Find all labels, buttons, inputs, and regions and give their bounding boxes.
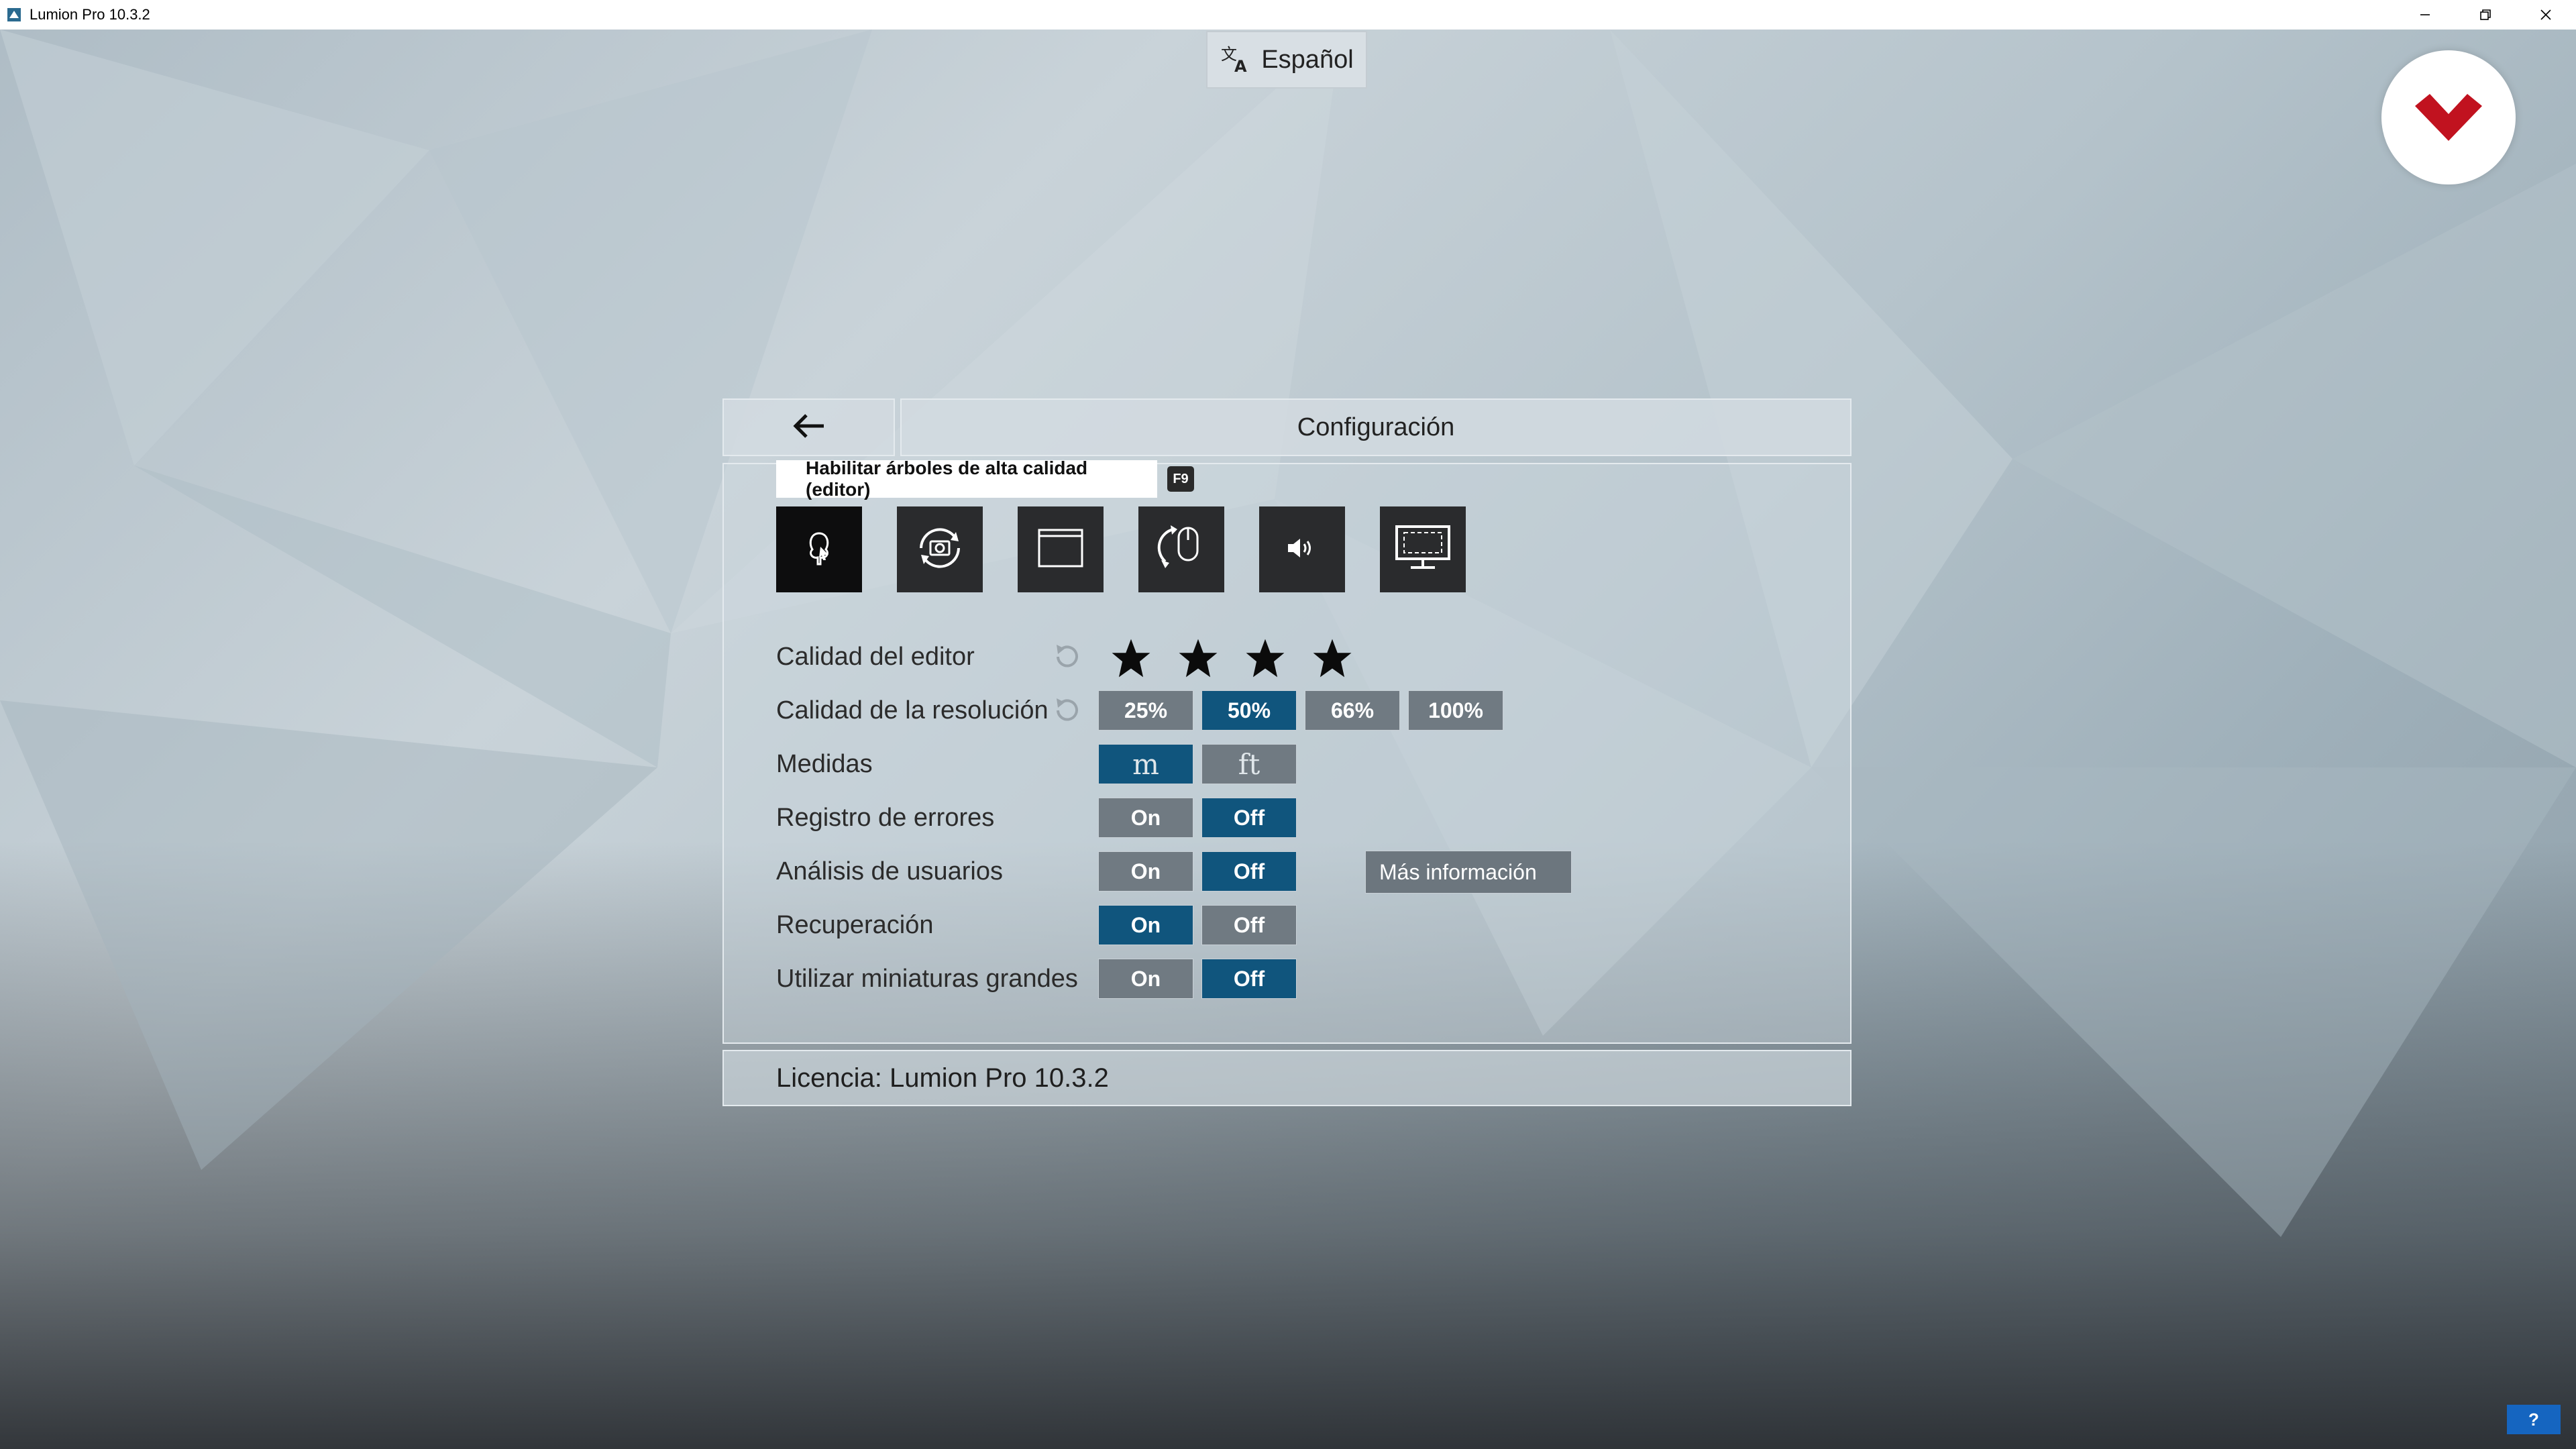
license-bar: Licencia: Lumion Pro 10.3.2 bbox=[722, 1050, 1851, 1106]
units-label: Medidas bbox=[776, 750, 873, 778]
user-analytics-label: Análisis de usuarios bbox=[776, 857, 1003, 885]
window-title: Lumion Pro 10.3.2 bbox=[30, 6, 150, 23]
quality-star-3[interactable] bbox=[1244, 637, 1286, 679]
quality-star-2[interactable] bbox=[1177, 637, 1219, 679]
page-title-bar: Configuración bbox=[900, 398, 1851, 456]
tab-camera[interactable] bbox=[897, 506, 983, 592]
help-button[interactable]: ? bbox=[2507, 1405, 2561, 1434]
arrow-left-icon bbox=[792, 413, 826, 443]
recovery-on-button[interactable]: On bbox=[1098, 905, 1193, 945]
tab-window[interactable] bbox=[1018, 506, 1104, 592]
lumion-logo[interactable] bbox=[2381, 50, 2516, 184]
close-icon[interactable] bbox=[2516, 0, 2576, 30]
tree-quality-icon bbox=[798, 527, 841, 573]
error-log-off-button[interactable]: Off bbox=[1201, 798, 1297, 838]
error-log-label: Registro de errores bbox=[776, 804, 995, 832]
large-thumbnails-off-button[interactable]: Off bbox=[1201, 959, 1297, 999]
units-meters-button[interactable]: m bbox=[1098, 744, 1193, 784]
editor-quality-label: Calidad del editor bbox=[776, 643, 975, 671]
resolution-25-button[interactable]: 25% bbox=[1098, 690, 1193, 731]
resolution-100-button[interactable]: 100% bbox=[1408, 690, 1503, 731]
large-thumbnails-on-button[interactable]: On bbox=[1098, 959, 1193, 999]
large-thumbnails-label: Utilizar miniaturas grandes bbox=[776, 965, 1078, 993]
shortcut-key-badge: F9 bbox=[1167, 466, 1194, 492]
language-label: Español bbox=[1261, 45, 1354, 74]
restore-icon[interactable] bbox=[2455, 0, 2516, 30]
recovery-label: Recuperación bbox=[776, 911, 934, 939]
recovery-off-button[interactable]: Off bbox=[1201, 905, 1297, 945]
settings-tabs bbox=[776, 506, 1466, 592]
tab-sound[interactable] bbox=[1259, 506, 1345, 592]
resolution-quality-label: Calidad de la resolución bbox=[776, 696, 1049, 724]
quality-star-1[interactable] bbox=[1110, 637, 1152, 679]
page-title: Configuración bbox=[1297, 413, 1455, 441]
units-feet-button[interactable]: ft bbox=[1201, 744, 1297, 784]
quality-star-4[interactable] bbox=[1311, 637, 1353, 679]
more-info-button[interactable]: Más información bbox=[1365, 851, 1572, 894]
tab-tree-quality[interactable] bbox=[776, 506, 862, 592]
lumion-app-icon bbox=[5, 6, 23, 23]
license-text: Licencia: Lumion Pro 10.3.2 bbox=[776, 1063, 1109, 1093]
fullscreen-window-icon bbox=[1037, 528, 1084, 572]
reset-resolution-icon[interactable] bbox=[1050, 694, 1082, 727]
window-titlebar: Lumion Pro 10.3.2 bbox=[0, 0, 2576, 30]
back-button[interactable] bbox=[722, 398, 895, 456]
speaker-icon bbox=[1285, 535, 1319, 565]
translate-icon: 文 A bbox=[1220, 42, 1252, 78]
resolution-66-button[interactable]: 66% bbox=[1305, 690, 1400, 731]
minimize-icon[interactable] bbox=[2395, 0, 2455, 30]
resolution-50-button[interactable]: 50% bbox=[1201, 690, 1297, 731]
user-analytics-off-button[interactable]: Off bbox=[1201, 851, 1297, 892]
svg-text:A: A bbox=[1234, 57, 1247, 74]
error-log-on-button[interactable]: On bbox=[1098, 798, 1193, 838]
reset-editor-quality-icon[interactable] bbox=[1050, 641, 1082, 673]
camera-rotate-icon bbox=[912, 520, 968, 580]
tooltip-text: Habilitar árboles de alta calidad (edito… bbox=[806, 458, 1088, 500]
monitor-icon bbox=[1395, 525, 1451, 575]
language-selector[interactable]: 文 A Español bbox=[1206, 31, 1367, 89]
tab-display[interactable] bbox=[1380, 506, 1466, 592]
tooltip: Habilitar árboles de alta calidad (edito… bbox=[776, 458, 1157, 500]
mouse-invert-icon bbox=[1153, 520, 1210, 580]
user-analytics-on-button[interactable]: On bbox=[1098, 851, 1193, 892]
tab-mouse[interactable] bbox=[1138, 506, 1224, 592]
